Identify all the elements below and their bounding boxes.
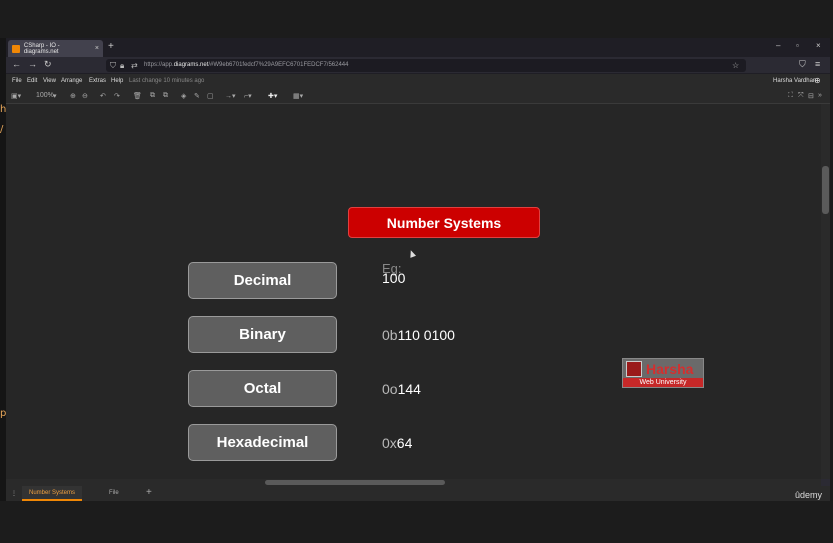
- to-back-icon[interactable]: ⧉: [163, 92, 168, 100]
- tab-title: CSharp - IO - diagrams.net: [23, 42, 60, 55]
- table-icon[interactable]: ▦▾: [293, 92, 303, 100]
- fill-color-icon[interactable]: ◈: [181, 92, 186, 100]
- bottom-band: [0, 501, 833, 543]
- hexadecimal-box[interactable]: Hexadecimal: [188, 424, 337, 461]
- pages-menu-icon[interactable]: ⋮: [11, 490, 17, 497]
- url-path: /#W9eb6701fedcf7%29A9EFC6701FEDCF7/56244…: [208, 62, 349, 68]
- decimal-box[interactable]: Decimal: [188, 262, 337, 299]
- shield-icon: ⛉: [110, 61, 116, 70]
- browser-window: CSharp - IO - diagrams.net × + – ▫ × ← →…: [6, 38, 830, 501]
- maximize-button[interactable]: ▫: [796, 41, 799, 50]
- close-window-button[interactable]: ×: [816, 41, 821, 50]
- line-color-icon[interactable]: ✎: [194, 92, 200, 100]
- add-page-button[interactable]: +: [146, 487, 152, 498]
- to-front-icon[interactable]: ⧉: [150, 92, 155, 100]
- browser-tab[interactable]: CSharp - IO - diagrams.net ×: [8, 40, 103, 57]
- logo-emblem-icon: [626, 360, 642, 377]
- number-systems-title[interactable]: Number Systems: [348, 207, 540, 238]
- last-change-text[interactable]: Last change 10 minutes ago: [129, 78, 204, 84]
- fullscreen-icon[interactable]: ⛶: [788, 92, 793, 100]
- format-panel-icon[interactable]: ▣▾: [11, 92, 21, 100]
- split-icon[interactable]: ⊟: [808, 92, 814, 100]
- bookmark-star-icon[interactable]: ☆: [732, 59, 739, 72]
- nav-bar: ← → ↻ ⛉ 🔒︎ ⇄ https://app.diagrams.net/#W…: [6, 57, 830, 74]
- menu-view[interactable]: View: [43, 78, 56, 84]
- menu-arrange[interactable]: Arrange: [61, 78, 82, 84]
- tab-close-icon[interactable]: ×: [95, 45, 99, 52]
- pocket-icon[interactable]: ⛉: [799, 59, 806, 70]
- mouse-cursor-icon: [407, 249, 417, 258]
- minimize-button[interactable]: –: [776, 41, 780, 50]
- url-domain: diagrams.net: [173, 62, 209, 68]
- globe-icon[interactable]: ⊕: [814, 76, 821, 85]
- octal-value[interactable]: 0o144: [382, 381, 421, 397]
- logo-name: Harsha: [646, 360, 694, 377]
- screen-frame: h / p CSharp - IO - diagrams.net × + – ▫…: [0, 0, 833, 543]
- undo-icon[interactable]: ↶: [100, 92, 106, 100]
- toolbar: ▣▾ 100% ▾ ⊕ ⊖ ↶ ↷ 🗑︎ ⧉ ⧉ ◈ ✎ ▢ →▾ ⌐▾ ✚▾ …: [6, 88, 830, 104]
- permissions-icon: ⇄: [131, 61, 138, 70]
- collapse-icon[interactable]: »: [818, 92, 822, 99]
- diagram-canvas[interactable]: Number Systems Eg: Decimal 100 Binary 0b…: [6, 104, 821, 479]
- hexadecimal-value[interactable]: 0x64: [382, 435, 412, 451]
- menu-extras[interactable]: Extras: [89, 78, 106, 84]
- binary-value[interactable]: 0b110 0100: [382, 327, 455, 343]
- harsha-logo: Harsha Web University: [622, 358, 704, 388]
- menu-file[interactable]: File: [12, 78, 22, 84]
- menu-edit[interactable]: Edit: [27, 78, 37, 84]
- url-bar[interactable]: ⛉ 🔒︎ ⇄ https://app.diagrams.net/#W9eb670…: [106, 59, 746, 72]
- fit-icon[interactable]: ⤧: [798, 92, 804, 100]
- menu-help[interactable]: Help: [111, 78, 123, 84]
- url-prefix: https://app.: [144, 62, 174, 68]
- connection-icon[interactable]: →▾: [225, 92, 236, 100]
- octal-box[interactable]: Octal: [188, 370, 337, 407]
- menu-hamburger-icon[interactable]: ≡: [815, 59, 820, 69]
- vertical-scroll-thumb[interactable]: [822, 166, 829, 214]
- logo-subtitle: Web University: [623, 378, 703, 387]
- lock-icon: 🔒︎: [120, 61, 125, 70]
- shadow-icon[interactable]: ▢: [207, 92, 214, 100]
- udemy-watermark: ûdemy: [794, 490, 822, 500]
- zoom-dropdown-icon[interactable]: ▾: [53, 92, 57, 100]
- tab-bar: CSharp - IO - diagrams.net × + – ▫ ×: [6, 38, 830, 57]
- user-name[interactable]: Harsha Vardhan: [773, 78, 816, 84]
- drawio-favicon-icon: [12, 44, 20, 53]
- decimal-value[interactable]: 100: [382, 270, 405, 286]
- page-tabs: ⋮ Number Systems File + ûdemy: [6, 486, 830, 501]
- zoom-select[interactable]: 100%: [36, 92, 54, 99]
- new-tab-button[interactable]: +: [108, 41, 114, 52]
- zoom-in-icon[interactable]: ⊕: [70, 92, 76, 100]
- menu-bar: File Edit View Arrange Extras Help Last …: [6, 74, 830, 88]
- waypoints-icon[interactable]: ⌐▾: [244, 92, 252, 100]
- page-tab-number-systems[interactable]: Number Systems: [22, 486, 82, 501]
- horizontal-scroll-thumb[interactable]: [265, 480, 445, 485]
- reload-icon[interactable]: ↻: [44, 59, 52, 70]
- horizontal-scrollbar[interactable]: [6, 479, 821, 486]
- back-arrow-icon[interactable]: ←: [12, 59, 21, 69]
- page-tab-file[interactable]: File: [109, 490, 119, 496]
- forward-arrow-icon[interactable]: →: [28, 59, 37, 69]
- redo-icon[interactable]: ↷: [114, 92, 120, 100]
- top-band: [0, 0, 833, 38]
- binary-box[interactable]: Binary: [188, 316, 337, 353]
- vertical-scrollbar[interactable]: [821, 104, 830, 479]
- delete-icon[interactable]: 🗑︎: [133, 92, 142, 100]
- insert-plus-icon[interactable]: ✚▾: [268, 92, 277, 100]
- zoom-out-icon[interactable]: ⊖: [82, 92, 88, 100]
